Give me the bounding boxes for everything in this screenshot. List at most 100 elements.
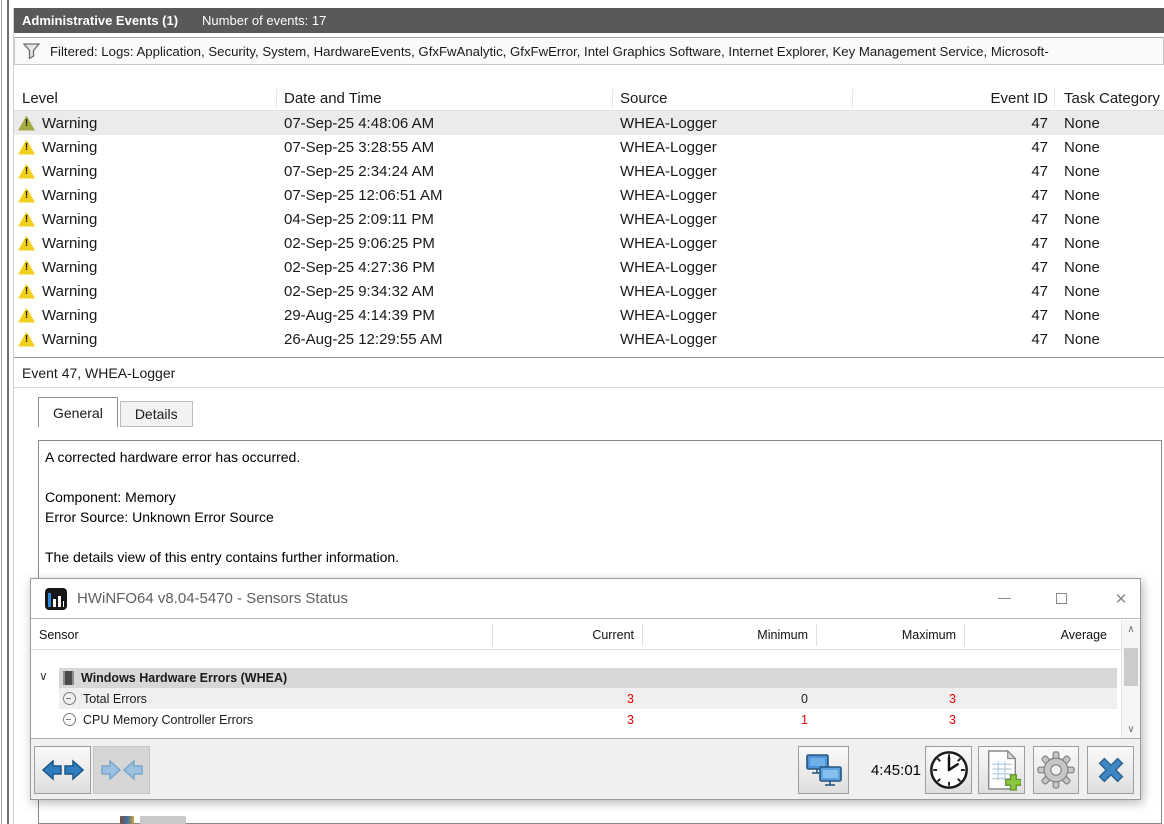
vertical-scrollbar[interactable]: ∧ ∨ xyxy=(1121,620,1140,738)
pane-divider-line xyxy=(1,0,2,824)
sensor-minimum: 1 xyxy=(801,712,808,727)
event-id: 47 xyxy=(1031,210,1048,228)
description-line: A corrected hardware error has occurred. xyxy=(45,449,301,465)
sensor-group-row[interactable]: ∨ Windows Hardware Errors (WHEA) xyxy=(31,668,1121,688)
settings-button[interactable] xyxy=(1033,746,1079,794)
warning-icon xyxy=(18,187,35,203)
event-task-category: None xyxy=(1064,282,1100,300)
column-separator[interactable] xyxy=(612,89,613,108)
column-header-task-category[interactable]: Task Category xyxy=(1052,90,1164,107)
event-task-category: None xyxy=(1064,162,1100,180)
tab-details-label: Details xyxy=(134,406,178,422)
warning-icon xyxy=(18,259,35,275)
event-id: 47 xyxy=(1031,330,1048,348)
column-header-maximum[interactable]: Maximum xyxy=(816,620,964,649)
minimize-button[interactable] xyxy=(987,579,1021,618)
event-row[interactable]: Warning 02-Sep-25 4:27:36 PM WHEA-Logger… xyxy=(14,255,1164,279)
pane-divider[interactable] xyxy=(7,0,9,824)
scroll-up-icon[interactable]: ∧ xyxy=(1122,620,1140,638)
events-count: Number of events: 17 xyxy=(202,13,327,28)
scrollbar-thumb[interactable] xyxy=(1124,648,1138,686)
column-separator[interactable] xyxy=(1054,89,1055,108)
event-viewer-header-bar: Administrative Events (1) Number of even… xyxy=(14,8,1164,33)
sensor-name: CPU Memory Controller Errors xyxy=(83,712,254,727)
warning-icon xyxy=(18,283,35,299)
event-id: 47 xyxy=(1031,306,1048,324)
event-level: Warning xyxy=(42,138,98,156)
hwinfo-title-bar[interactable]: HWiNFO64 v8.04-5470 - Sensors Status ✕ xyxy=(31,579,1140,619)
column-header-average[interactable]: Average xyxy=(964,620,1115,649)
column-separator[interactable] xyxy=(276,89,277,108)
event-datetime: 07-Sep-25 2:34:24 AM xyxy=(284,162,435,180)
scroll-down-icon[interactable]: ∨ xyxy=(1122,720,1140,738)
sensor-list: ∨ Windows Hardware Errors (WHEA) Total E… xyxy=(31,650,1121,730)
chevron-down-icon[interactable]: ∨ xyxy=(39,669,48,683)
detail-tabs: General Details xyxy=(38,397,193,427)
event-row[interactable]: Warning 07-Sep-25 12:06:51 AM WHEA-Logge… xyxy=(14,183,1164,207)
event-id: 47 xyxy=(1031,258,1048,276)
memory-chip-icon xyxy=(63,671,74,685)
event-datetime: 07-Sep-25 4:48:06 AM xyxy=(284,114,435,132)
sensor-table-header: Sensor Current Minimum Maximum Average xyxy=(31,620,1140,650)
column-header-source[interactable]: Source xyxy=(612,90,836,107)
page-title: Administrative Events (1) xyxy=(22,13,179,28)
maximize-button[interactable] xyxy=(1044,579,1078,618)
event-source: WHEA-Logger xyxy=(620,234,717,252)
event-level: Warning xyxy=(42,234,98,252)
expand-all-button[interactable] xyxy=(34,746,91,794)
column-header-datetime[interactable]: Date and Time xyxy=(276,90,612,107)
sensor-row[interactable]: CPU Memory Controller Errors 3 1 3 xyxy=(31,709,1121,730)
event-row[interactable]: Warning 07-Sep-25 4:48:06 AM WHEA-Logger… xyxy=(14,111,1164,135)
clock-button[interactable] xyxy=(925,746,972,794)
event-id: 47 xyxy=(1031,114,1048,132)
event-row[interactable]: Warning 26-Aug-25 12:29:55 AM WHEA-Logge… xyxy=(14,327,1164,351)
event-level: Warning xyxy=(42,258,98,276)
event-datetime: 04-Sep-25 2:09:11 PM xyxy=(284,210,434,228)
close-button[interactable]: ✕ xyxy=(1104,579,1138,618)
report-button[interactable] xyxy=(978,746,1025,794)
column-header-event-id[interactable]: Event ID xyxy=(836,90,1052,107)
remote-sensors-button[interactable] xyxy=(798,746,849,794)
event-detail-title-text: Event 47, WHEA-Logger xyxy=(22,364,176,381)
event-datetime: 02-Sep-25 4:27:36 PM xyxy=(284,258,435,276)
column-separator[interactable] xyxy=(852,89,853,108)
event-task-category: None xyxy=(1064,114,1100,132)
event-task-category: None xyxy=(1064,258,1100,276)
report-add-icon xyxy=(987,749,1021,791)
event-row[interactable]: Warning 04-Sep-25 2:09:11 PM WHEA-Logger… xyxy=(14,207,1164,231)
tab-general-label: General xyxy=(53,404,103,421)
warning-icon xyxy=(18,307,35,323)
event-row[interactable]: Warning 07-Sep-25 2:34:24 AM WHEA-Logger… xyxy=(14,159,1164,183)
event-datetime: 02-Sep-25 9:06:25 PM xyxy=(284,234,435,252)
event-source: WHEA-Logger xyxy=(620,306,717,324)
screen: Administrative Events (1) Number of even… xyxy=(0,0,1164,824)
collapse-all-button[interactable] xyxy=(93,746,150,794)
column-header-minimum[interactable]: Minimum xyxy=(642,620,816,649)
event-task-category: None xyxy=(1064,234,1100,252)
warning-icon xyxy=(18,163,35,179)
event-datetime: 02-Sep-25 9:34:32 AM xyxy=(284,282,435,300)
filter-summary-text: Filtered: Logs: Application, Security, S… xyxy=(50,43,1049,59)
tab-details[interactable]: Details xyxy=(119,401,193,427)
event-level: Warning xyxy=(42,114,98,132)
event-detail-title: Event 47, WHEA-Logger xyxy=(14,357,1164,388)
sensor-gauge-icon xyxy=(63,713,76,726)
event-source: WHEA-Logger xyxy=(620,258,717,276)
event-task-category: None xyxy=(1064,306,1100,324)
sensor-row[interactable]: Total Errors 3 0 3 xyxy=(31,688,1121,709)
event-row[interactable]: Warning 02-Sep-25 9:34:32 AM WHEA-Logger… xyxy=(14,279,1164,303)
column-header-sensor[interactable]: Sensor xyxy=(39,620,79,650)
sensor-group-label: Windows Hardware Errors (WHEA) xyxy=(81,671,288,685)
event-row[interactable]: Warning 02-Sep-25 9:06:25 PM WHEA-Logger… xyxy=(14,231,1164,255)
exit-button[interactable] xyxy=(1087,746,1134,794)
tab-general[interactable]: General xyxy=(38,397,118,427)
column-header-current[interactable]: Current xyxy=(492,620,642,649)
column-header-level[interactable]: Level xyxy=(14,90,276,107)
uptime-clock-value: 4:45:01 xyxy=(870,761,921,779)
sensor-average xyxy=(964,709,1115,730)
event-row[interactable]: Warning 07-Sep-25 3:28:55 AM WHEA-Logger… xyxy=(14,135,1164,159)
event-datetime: 07-Sep-25 12:06:51 AM xyxy=(284,186,443,204)
sensor-name: Total Errors xyxy=(83,691,147,706)
warning-icon xyxy=(18,139,35,155)
event-row[interactable]: Warning 29-Aug-25 4:14:39 PM WHEA-Logger… xyxy=(14,303,1164,327)
